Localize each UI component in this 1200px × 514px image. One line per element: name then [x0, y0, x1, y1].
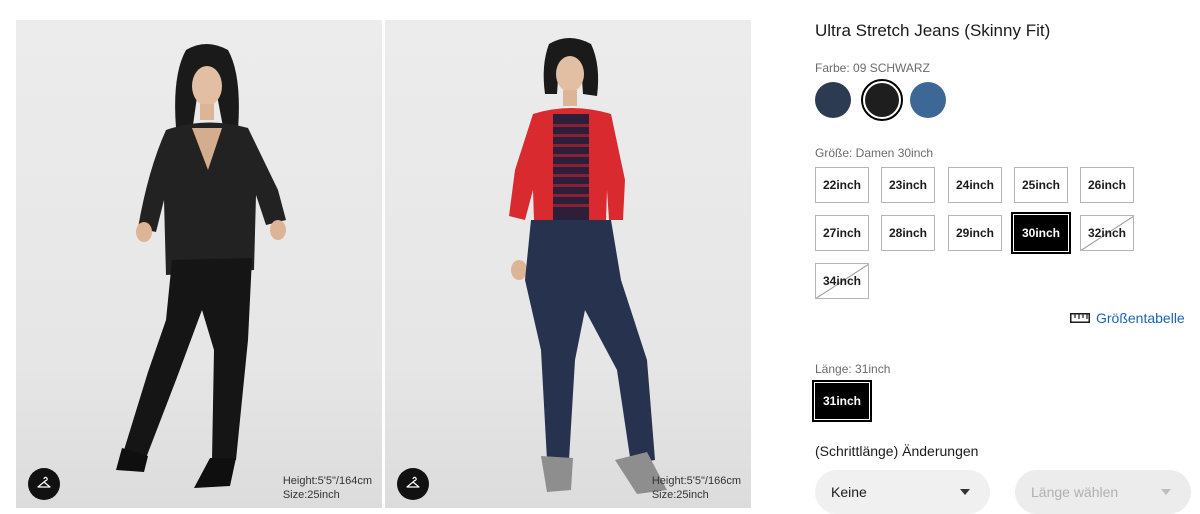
- size-option-label: 34inch: [822, 274, 861, 288]
- model-info-button[interactable]: [28, 468, 60, 500]
- model-figure-red-cardigan: [509, 38, 667, 494]
- product-photo-2[interactable]: Height:5'5"/166cm Size:25inch: [385, 20, 751, 508]
- model-info-text: Height:5'5"/166cm Size:25inch: [652, 474, 741, 502]
- model-info-button[interactable]: [397, 468, 429, 500]
- model-height: Height:5'5"/166cm: [651, 475, 741, 487]
- size-option-label: 29inch: [955, 226, 994, 240]
- size-option-label: 25inch: [1021, 178, 1060, 192]
- alterations-select-value: Keine: [831, 484, 867, 500]
- chevron-down-icon: [1161, 489, 1171, 495]
- size-option-23[interactable]: 23inch: [881, 167, 935, 203]
- model-height: Height:5'5"/164cm: [282, 475, 372, 487]
- product-options-panel: Ultra Stretch Jeans (Skinny Fit) Farbe: …: [812, 0, 1200, 514]
- size-option-27[interactable]: 27inch: [815, 215, 869, 251]
- size-chart-link-label: Größentabelle: [1096, 310, 1185, 326]
- color-swatch-black[interactable]: [861, 79, 903, 121]
- length-option-label: 31inch: [822, 394, 861, 408]
- product-photo-1[interactable]: Height:5'5"/164cm Size:25inch: [16, 20, 382, 508]
- size-option-label: 27inch: [822, 226, 861, 240]
- length-option-31[interactable]: 31inch: [812, 380, 872, 422]
- color-swatch-navy[interactable]: [815, 82, 851, 118]
- size-option-label: 24inch: [955, 178, 994, 192]
- length-select-placeholder: Länge wählen: [1031, 484, 1119, 500]
- size-option-26[interactable]: 26inch: [1080, 167, 1134, 203]
- size-option-25[interactable]: 25inch: [1014, 167, 1068, 203]
- size-option-label: 32inch: [1087, 226, 1126, 240]
- size-option-29[interactable]: 29inch: [948, 215, 1002, 251]
- alterations-select[interactable]: Keine: [815, 470, 990, 514]
- size-option-24[interactable]: 24inch: [948, 167, 1002, 203]
- size-option-32[interactable]: 32inch: [1080, 215, 1134, 251]
- color-label: Farbe: 09 SCHWARZ: [815, 61, 930, 75]
- size-option-30[interactable]: 30inch: [1011, 212, 1071, 254]
- size-label: Größe: Damen 30inch: [815, 146, 934, 160]
- length-label: Länge: 31inch: [815, 362, 891, 376]
- hanger-icon: [406, 476, 420, 488]
- ruler-icon: [1070, 313, 1090, 323]
- model-info-text: Height:5'5"/164cm Size:25inch: [283, 474, 372, 502]
- size-option-label: 23inch: [888, 178, 927, 192]
- size-option-label: 28inch: [888, 226, 927, 240]
- size-option-28[interactable]: 28inch: [881, 215, 935, 251]
- size-option-34[interactable]: 34inch: [815, 263, 869, 299]
- chevron-down-icon: [960, 489, 970, 495]
- size-option-label: 26inch: [1087, 178, 1126, 192]
- size-chart-link[interactable]: Größentabelle: [1070, 310, 1185, 326]
- length-select[interactable]: Länge wählen: [1015, 470, 1191, 514]
- model-figure-black-outfit: [116, 44, 286, 488]
- size-option-22[interactable]: 22inch: [815, 167, 869, 203]
- model-size: Size:25inch: [651, 489, 709, 501]
- size-option-label: 22inch: [822, 178, 861, 192]
- model-size: Size:25inch: [282, 489, 340, 501]
- color-swatch-blue[interactable]: [910, 82, 946, 118]
- hanger-icon: [37, 476, 51, 488]
- alterations-heading: (Schrittlänge) Änderungen: [815, 443, 979, 459]
- size-option-label: 30inch: [1021, 226, 1060, 240]
- product-title: Ultra Stretch Jeans (Skinny Fit): [815, 21, 1051, 40]
